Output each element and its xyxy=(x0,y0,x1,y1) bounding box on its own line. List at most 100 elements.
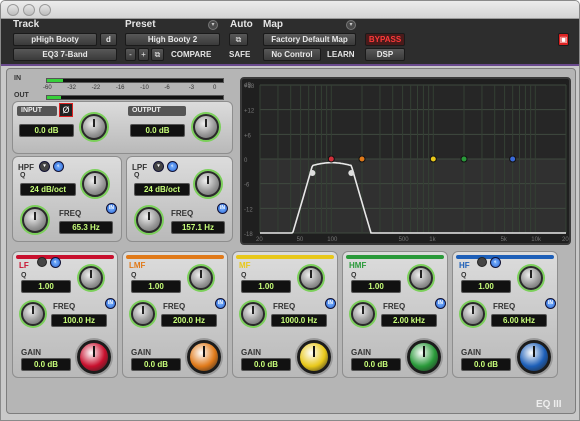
mf-freq-value[interactable]: 1000.0 Hz xyxy=(271,314,327,327)
plugin-selector[interactable]: EQ3 7-Band xyxy=(13,48,117,61)
lpf-slope-value[interactable]: 24 dB/oct xyxy=(134,183,190,196)
hmf-q-value[interactable]: 1.00 xyxy=(351,280,401,293)
zoom-window-button[interactable] xyxy=(39,4,51,16)
lmf-freq-knob[interactable] xyxy=(131,302,155,326)
lf-gain-value[interactable]: 0.0 dB xyxy=(21,358,71,371)
lmf-gain-value[interactable]: 0.0 dB xyxy=(131,358,181,371)
lf-freq-value[interactable]: 100.0 Hz xyxy=(51,314,107,327)
lpf-q-label: Q xyxy=(134,172,140,179)
graph-lower-area xyxy=(260,159,566,233)
output-label: OUTPUT xyxy=(128,106,186,116)
hmf-gain-value[interactable]: 0.0 dB xyxy=(351,358,401,371)
db-tick-label: -18 xyxy=(244,232,253,238)
hf-type-icon[interactable]: ◐ xyxy=(490,257,501,268)
hpf-type-icon[interactable]: ◐ xyxy=(53,161,64,172)
lf-freq-knob[interactable] xyxy=(21,302,45,326)
map-label: Map xyxy=(263,19,283,30)
lf-shelf-icon[interactable] xyxy=(37,257,47,267)
hf-q-value[interactable]: 1.00 xyxy=(461,280,511,293)
map-selector[interactable]: Factory Default Map xyxy=(263,33,356,46)
mf-gain-value[interactable]: 0.0 dB xyxy=(241,358,291,371)
lmf-q-knob[interactable] xyxy=(189,266,213,290)
compare-button[interactable]: COMPARE xyxy=(171,48,211,61)
mf-q-knob[interactable] xyxy=(299,266,323,290)
meter-scale-tick: -6 xyxy=(164,85,170,91)
hpf-q-knob[interactable] xyxy=(82,171,108,197)
hf-label: HF xyxy=(459,261,470,270)
freq-tick-label: 1k xyxy=(429,237,436,243)
mf-in-button[interactable]: IN xyxy=(325,298,336,309)
lf-q-value[interactable]: 1.00 xyxy=(21,280,71,293)
safe-button[interactable]: SAFE xyxy=(229,48,250,61)
mf-label: MF xyxy=(239,261,251,270)
output-gain-knob[interactable] xyxy=(193,114,219,140)
automation-icon[interactable]: ⧉ xyxy=(229,33,248,46)
hmf-freq-knob[interactable] xyxy=(351,302,375,326)
lmf-band-panel: LMF Q 1.00 FREQ IN 200.0 Hz GAIN 0.0 dB xyxy=(122,251,228,378)
hf-q-knob[interactable] xyxy=(519,266,543,290)
hmf-freq-label: FREQ xyxy=(383,302,406,311)
hf-shelf-icon[interactable] xyxy=(477,257,487,267)
input-gain-value[interactable]: 0.0 dB xyxy=(19,124,74,137)
copy-settings-icon[interactable]: ⧉ xyxy=(151,48,164,61)
hpf-slope-value[interactable]: 24 dB/oct xyxy=(20,183,76,196)
control-selector[interactable]: No Control xyxy=(263,48,321,61)
hpf-freq-knob[interactable] xyxy=(22,207,48,233)
lmf-freq-value[interactable]: 200.0 Hz xyxy=(161,314,217,327)
hmf-freq-value[interactable]: 2.00 kHz xyxy=(381,314,437,327)
lf-q-label: Q xyxy=(21,272,27,279)
lf-in-button[interactable]: IN xyxy=(105,298,116,309)
mf-q-value[interactable]: 1.00 xyxy=(241,280,291,293)
output-gain-value[interactable]: 0.0 dB xyxy=(130,124,185,137)
hf-gain-knob[interactable] xyxy=(517,340,551,374)
lpf-slope-icon[interactable]: ▾ xyxy=(153,161,164,172)
track-label: Track xyxy=(13,19,40,30)
lf-type-icon[interactable]: ◐ xyxy=(50,257,61,268)
hmf-band-panel: HMF Q 1.00 FREQ IN 2.00 kHz GAIN 0.0 dB xyxy=(342,251,448,378)
input-gain-knob[interactable] xyxy=(81,114,107,140)
hpf-slope-icon[interactable]: ▾ xyxy=(39,161,50,172)
hpf-freq-value[interactable]: 65.3 Hz xyxy=(59,221,113,234)
hmf-q-knob[interactable] xyxy=(409,266,433,290)
hf-gain-label: GAIN xyxy=(461,348,481,357)
target-icon[interactable]: ▣ xyxy=(558,33,569,46)
minimize-window-button[interactable] xyxy=(23,4,35,16)
mf-freq-knob[interactable] xyxy=(241,302,265,326)
lpf-q-knob[interactable] xyxy=(195,171,221,197)
hf-freq-value[interactable]: 6.00 kHz xyxy=(491,314,547,327)
lpf-freq-value[interactable]: 157.1 Hz xyxy=(171,221,225,234)
preset-previous-button[interactable]: - xyxy=(125,48,136,61)
map-menu-icon[interactable]: ▾ xyxy=(346,20,356,30)
hf-freq-label: FREQ xyxy=(493,302,516,311)
hpf-in-button[interactable]: IN xyxy=(106,203,117,214)
bypass-button[interactable]: BYPASS xyxy=(365,33,405,46)
lf-band-panel: LF ◐ Q 1.00 FREQ IN 100.0 Hz GAIN 0.0 dB xyxy=(12,251,118,378)
lf-q-knob[interactable] xyxy=(79,266,103,290)
lpf-in-button[interactable]: IN xyxy=(217,203,228,214)
lpf-freq-knob[interactable] xyxy=(136,207,162,233)
freq-tick-label: 20k xyxy=(562,237,569,243)
meter-scale-tick: -60 xyxy=(43,85,52,91)
phase-invert-button[interactable]: Ø xyxy=(59,103,73,117)
lmf-q-value[interactable]: 1.00 xyxy=(131,280,181,293)
hf-freq-knob[interactable] xyxy=(461,302,485,326)
track-selector[interactable]: pHigh Booty xyxy=(13,33,97,46)
hf-gain-value[interactable]: 0.0 dB xyxy=(461,358,511,371)
preset-menu-icon[interactable]: ▾ xyxy=(208,20,218,30)
eq-curve-display[interactable]: +18+12+60-6-12-18dB20501005001k5k10k20k xyxy=(240,77,573,245)
db-tick-label: -6 xyxy=(244,183,250,189)
learn-button[interactable]: LEARN xyxy=(327,48,355,61)
dsp-selector[interactable]: DSP xyxy=(365,48,405,61)
mf-gain-knob[interactable] xyxy=(297,340,331,374)
hmf-in-button[interactable]: IN xyxy=(435,298,446,309)
lpf-type-icon[interactable]: ◐ xyxy=(167,161,178,172)
preset-selector[interactable]: High Booty 2 xyxy=(125,33,220,46)
hf-in-button[interactable]: IN xyxy=(545,298,556,309)
preset-next-button[interactable]: + xyxy=(138,48,149,61)
hmf-gain-knob[interactable] xyxy=(407,340,441,374)
track-channel-selector[interactable]: d xyxy=(100,33,117,46)
lf-gain-knob[interactable] xyxy=(77,340,111,374)
lmf-in-button[interactable]: IN xyxy=(215,298,226,309)
lmf-gain-knob[interactable] xyxy=(187,340,221,374)
close-window-button[interactable] xyxy=(7,4,19,16)
